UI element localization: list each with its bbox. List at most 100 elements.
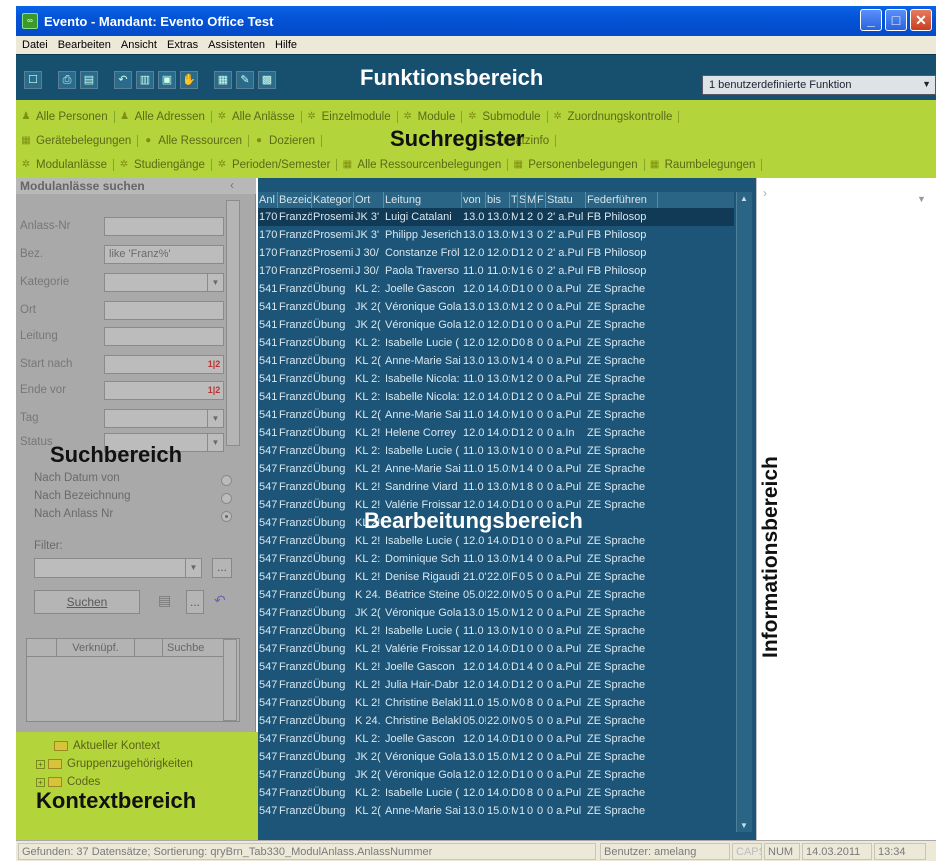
menu-datei[interactable]: Datei: [22, 39, 48, 51]
tab-alle-ressourcenbelegungen[interactable]: ▦ Alle Ressourcenbelegungen: [341, 159, 509, 171]
table-row[interactable]: 170FranzösisProseminarJ 30/Paola Travers…: [258, 262, 734, 280]
table-row[interactable]: 547FranzösisÜbung K 24. Béatrice Steine05.…: [258, 586, 734, 604]
maximize-button[interactable]: □: [885, 9, 907, 31]
minimize-button[interactable]: _: [860, 9, 882, 31]
tab-zuordnungskontrolle[interactable]: ✲ Zuordnungskontrolle: [552, 111, 680, 123]
grid-scrollbar[interactable]: ▲ ▼: [736, 192, 752, 832]
tab-alle-anlaesse[interactable]: ✲ Alle Anlässe: [216, 111, 302, 123]
briefcase-icon[interactable]: ▦: [214, 71, 232, 89]
table-row[interactable]: 547FranzösisÜbung KL 2! Julia Hair-Dabr 12.…: [258, 676, 734, 694]
grid-column-header[interactable]: F: [536, 192, 546, 208]
table-row[interactable]: 541FranzösisÜbungJK 2(Véronique Gola12.0…: [258, 316, 734, 334]
table-row[interactable]: 170FranzösisProseminarJK 3' Luigi Catalan…: [258, 208, 734, 226]
tab-studiengaenge[interactable]: ✲ Studiengänge: [118, 159, 212, 171]
preview-icon[interactable]: ▤: [80, 71, 98, 89]
table-row[interactable]: 541FranzösisÜbungKL 2:Joelle Gascon12.01…: [258, 280, 734, 298]
chevron-up-icon[interactable]: ▲: [740, 194, 748, 203]
context-item-codes[interactable]: + Codes: [36, 776, 100, 788]
tab-geraetebelegungen[interactable]: ▦ Gerätebelegungen: [20, 135, 139, 147]
chevron-down-icon[interactable]: ▼: [185, 559, 201, 577]
tab-einzelmodule[interactable]: ✲ Einzelmodule: [306, 111, 398, 123]
undo-icon[interactable]: ↶: [114, 71, 132, 89]
table-row[interactable]: 170FranzösisProseminarJK 3' Philipp Jeser…: [258, 226, 734, 244]
calendar-icon[interactable]: 1|2: [205, 383, 223, 398]
grid-column-header[interactable]: Statu: [546, 192, 586, 208]
search-button[interactable]: Suchen: [34, 590, 140, 614]
grid-column-header[interactable]: bis: [486, 192, 510, 208]
kategorie-select[interactable]: ▼: [104, 273, 224, 292]
sort-by-number[interactable]: Nach Anlass Nr: [34, 508, 244, 526]
chevron-down-icon[interactable]: ▼: [740, 821, 748, 830]
report-icon[interactable]: ▩: [258, 71, 276, 89]
menu-bearbeiten[interactable]: Bearbeiten: [58, 39, 111, 51]
table-row[interactable]: 547FranzösisÜbung KL 2! Denise Rigaudi21.0…: [258, 568, 734, 586]
grid-column-header[interactable]: Leitung: [384, 192, 462, 208]
table-row[interactable]: 547FranzösisÜbung KL 2! Christine Belakl11…: [258, 694, 734, 712]
tab-module[interactable]: ✲ Module: [402, 111, 463, 123]
table-row[interactable]: 547FranzösisÜbungKL 2:Joelle Gascon12.01…: [258, 730, 734, 748]
radio-button[interactable]: [221, 511, 232, 522]
sort-by-date[interactable]: Nach Datum von: [34, 472, 244, 490]
calendar-icon[interactable]: 1|2: [205, 357, 223, 372]
grid-column-header[interactable]: Anl: [258, 192, 278, 208]
menu-assistenten[interactable]: Assistenten: [208, 39, 265, 51]
table-row[interactable]: 541FranzösisÜbung KL 2: Isabelle Lucie (12…: [258, 334, 734, 352]
tab-modulanlaesse[interactable]: ✲ Modulanlässe: [20, 159, 114, 171]
grid-column-header[interactable]: M: [526, 192, 536, 208]
tab-dozieren[interactable]: ● Dozieren: [253, 135, 323, 147]
tab-submodule[interactable]: ✲ Submodule: [466, 111, 548, 123]
function-select[interactable]: 1 benutzerdefinierte Funktion ▼: [702, 75, 936, 95]
grid-column-header[interactable]: Bezeichn: [278, 192, 312, 208]
chevron-down-icon[interactable]: ▼: [207, 434, 223, 451]
table-row[interactable]: 170FranzösisProseminarJ 30/Constanze Frö…: [258, 244, 734, 262]
tools-icon[interactable]: ✎: [236, 71, 254, 89]
table-row[interactable]: 541FranzösisÜbungKL 2:Isabelle Nicola:11…: [258, 370, 734, 388]
print-icon[interactable]: ⎙: [58, 71, 76, 89]
new-icon[interactable]: ☐: [24, 71, 42, 89]
grid-column-header[interactable]: Kategor: [312, 192, 354, 208]
more-button[interactable]: ...: [186, 590, 204, 614]
sort-by-name[interactable]: Nach Bezeichnung: [34, 490, 244, 508]
chevron-down-icon[interactable]: ▼: [207, 410, 223, 427]
tab-personenbelegungen[interactable]: ▦ Personenbelegungen: [512, 159, 645, 171]
table-row[interactable]: 541FranzösisÜbungKL 2:Isabelle Nicola:12…: [258, 388, 734, 406]
tab-raumbelegungen[interactable]: ▦ Raumbelegungen: [649, 159, 763, 171]
chevron-down-icon[interactable]: ▼: [207, 274, 223, 291]
tab-alle-ressourcen[interactable]: ● Alle Ressourcen: [142, 135, 250, 147]
table-row[interactable]: 541FranzösisÜbungKL 2!Helene Correy12.01…: [258, 424, 734, 442]
export-icon[interactable]: ▣: [158, 71, 176, 89]
table-row[interactable]: 547FranzösisÜbung JK 2(Véronique Gola13.0…: [258, 748, 734, 766]
undo-icon[interactable]: ↶: [214, 592, 226, 609]
ort-input[interactable]: [104, 301, 224, 320]
context-item-current[interactable]: Aktueller Kontext: [54, 740, 160, 752]
table-row[interactable]: 547FranzösisÜbung KL 2! Anne-Marie Sai11.0…: [258, 460, 734, 478]
table-row[interactable]: 541FranzösisÜbungJK 2(Véronique Gola13.0…: [258, 298, 734, 316]
tab-alle-adressen[interactable]: ♟ Alle Adressen: [119, 111, 212, 123]
bez-input[interactable]: like 'Franz%': [104, 245, 224, 264]
radio-button[interactable]: [221, 475, 232, 486]
grid-column-header[interactable]: S: [518, 192, 526, 208]
search-fields-scrollbar[interactable]: [226, 200, 240, 446]
table-row[interactable]: 547FranzösisÜbungKL 2:Isabelle Lucie (11…: [258, 442, 734, 460]
menu-hilfe[interactable]: Hilfe: [275, 39, 297, 51]
expand-icon[interactable]: +: [36, 777, 45, 787]
calculator-icon[interactable]: ▤: [158, 592, 171, 609]
close-button[interactable]: ✕: [910, 9, 932, 31]
menu-ansicht[interactable]: Ansicht: [121, 39, 157, 51]
tab-alle-personen[interactable]: ♟ Alle Personen: [20, 111, 115, 123]
table-row[interactable]: 547FranzösisÜbungKL 2!Isabelle Lucie (11…: [258, 622, 734, 640]
table-row[interactable]: 547FranzösisÜbung KL 2: Isabelle Lucie (12…: [258, 784, 734, 802]
table-row[interactable]: 547FranzösisÜbung JK 2(Véronique Gola13.0…: [258, 604, 734, 622]
chevron-down-icon[interactable]: ▼: [917, 194, 926, 204]
filter-more-button[interactable]: ...: [212, 558, 232, 578]
chevron-right-icon[interactable]: ›: [763, 186, 767, 200]
link-list-scrollbar[interactable]: [223, 639, 237, 721]
grid-column-header[interactable]: Ort: [354, 192, 384, 208]
anlass-nr-input[interactable]: [104, 217, 224, 236]
table-row[interactable]: 541FranzösisÜbungKL 2(Anne-Marie Sai13.0…: [258, 352, 734, 370]
grid-column-header[interactable]: T: [510, 192, 518, 208]
table-row[interactable]: 547FranzösisÜbungKL 2:Dominique Sch11.01…: [258, 550, 734, 568]
context-item-groups[interactable]: + Gruppenzugehörigkeiten: [36, 758, 193, 770]
menu-extras[interactable]: Extras: [167, 39, 198, 51]
chevron-left-icon[interactable]: ‹: [230, 178, 234, 192]
